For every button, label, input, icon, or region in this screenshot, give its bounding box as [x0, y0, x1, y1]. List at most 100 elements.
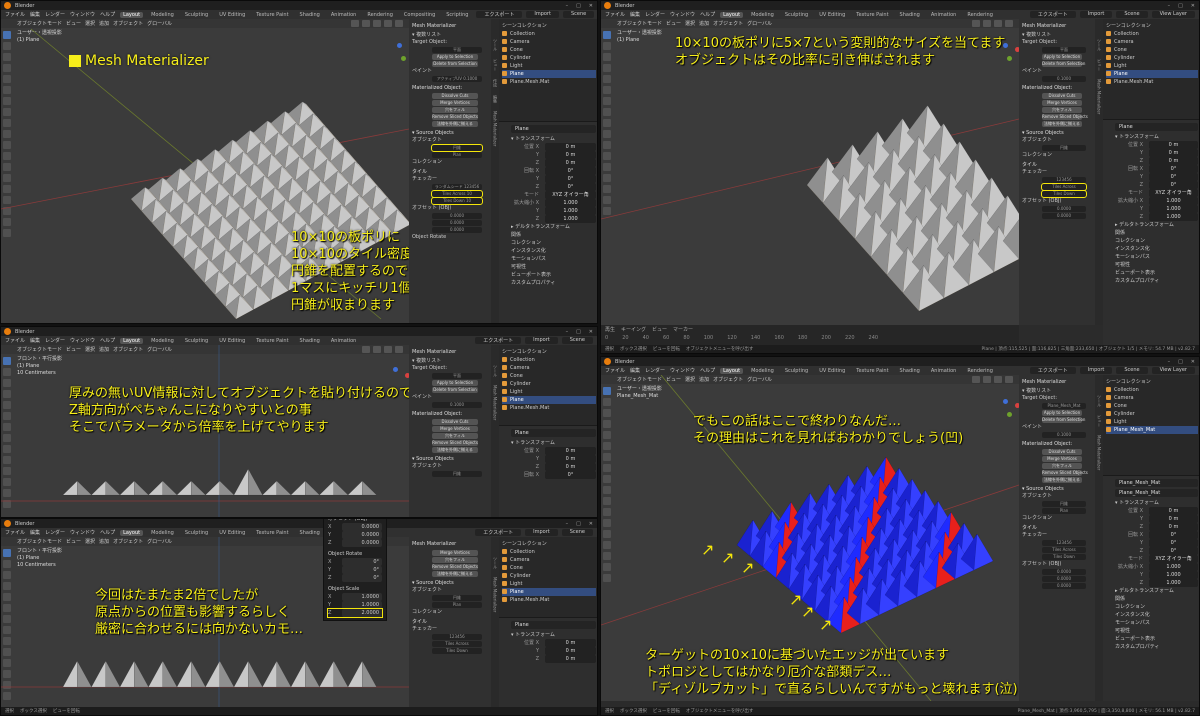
menu-file[interactable]: ファイル	[605, 11, 625, 18]
rotation-x[interactable]: 回転 X 0°	[511, 167, 596, 175]
outliner-row[interactable]: Camera	[502, 38, 596, 46]
export-button[interactable]: エクスポート	[476, 11, 523, 18]
rotation-y[interactable]: Y 0°	[511, 175, 596, 183]
tab-view[interactable]: ビュー	[492, 59, 498, 71]
tab-animation[interactable]: Animation	[328, 12, 360, 18]
remove-sliced-button[interactable]: Remove Sliced Objects	[432, 114, 478, 120]
outliner-row[interactable]: Collection	[1106, 30, 1198, 38]
tab-animation[interactable]: Animation	[928, 12, 960, 18]
tab-modeling[interactable]: Modeling	[148, 12, 177, 18]
tab-uv-editing[interactable]: UV Editing	[816, 12, 848, 18]
offset-z[interactable]: Z 0.0000	[328, 539, 382, 547]
target-object-field[interactable]: 平面	[432, 47, 482, 53]
normals-outside-button[interactable]: 法線を外側に揃える	[1042, 121, 1082, 127]
active-uv-field[interactable]: 0.1000	[1042, 76, 1086, 82]
offset-x[interactable]: X 0.0000	[328, 523, 382, 531]
apply-to-selection-button[interactable]: Apply to Selection	[1042, 54, 1082, 60]
3d-viewport[interactable]: オブジェクトモード ビュー 選択 追加 オブジェクト グローバル ユーザー・透視投影 (1)…	[1, 19, 409, 323]
location-z[interactable]: Z0 m	[511, 159, 596, 167]
outliner-row[interactable]: Cylinder	[1106, 54, 1198, 62]
menu-window[interactable]: ウィンドウ	[70, 11, 95, 18]
merge-vertices-button[interactable]: Merge Vertices	[1042, 100, 1082, 106]
remove-sliced-button[interactable]: Remove Sliced Objects	[1042, 114, 1088, 120]
tab-rendering[interactable]: Rendering	[364, 12, 396, 18]
tab-shading[interactable]: Shading	[297, 12, 323, 18]
tab-layout[interactable]: Layout	[120, 11, 144, 18]
source-object-field[interactable]: 円錐	[1042, 145, 1086, 151]
3d-viewport[interactable]: オブジェクトモード ビュー 選択 追加 オブジェクト グローバル ユーザー・透視投影 Pla…	[601, 375, 1019, 701]
3d-viewport[interactable]: オブジェクトモード ビュー 選択 追加 オブジェクト グローバル ユーザー・透視投影 (1)…	[601, 19, 1019, 325]
tab-scripting[interactable]: Scripting	[443, 12, 471, 18]
menu-edit[interactable]: 編集	[30, 11, 40, 18]
outliner-row[interactable]: Light	[502, 62, 596, 70]
scale-y[interactable]: Y 1.0000	[328, 601, 382, 609]
location-x[interactable]: 位置 X0 m	[511, 143, 596, 151]
outliner-row[interactable]: Plane	[502, 70, 596, 78]
location-y[interactable]: Y0 m	[511, 151, 596, 159]
tab-layout[interactable]: Layout	[720, 11, 744, 18]
axis-gizmo[interactable]	[1001, 397, 1019, 421]
offset-x-field[interactable]: 0.0000	[1042, 206, 1086, 212]
outliner-row[interactable]: Camera	[1106, 38, 1198, 46]
source-object-field-2[interactable]: Plan	[432, 152, 482, 158]
delete-from-selection-button[interactable]: Delete from Selection	[1042, 61, 1085, 67]
scale-x[interactable]: X 1.0000	[328, 593, 382, 601]
import-button[interactable]: Import	[526, 11, 559, 18]
target-object-field[interactable]: 平面	[1042, 47, 1086, 53]
offset-z-field[interactable]: 0.0000	[432, 227, 482, 233]
menu-render[interactable]: レンダー	[45, 11, 65, 18]
menu-render[interactable]: レンダー	[645, 11, 665, 18]
rotate-z[interactable]: Z 0°	[328, 574, 382, 582]
outliner-row[interactable]: Cone	[502, 46, 596, 54]
scale-x[interactable]: 拡大縮小 X 1.000	[511, 199, 596, 207]
scale-y[interactable]: Y 1.000	[511, 207, 596, 215]
outliner-row[interactable]: Light	[1106, 62, 1198, 70]
rotate-x[interactable]: X 0°	[328, 558, 382, 566]
tab-edit[interactable]: 編集	[492, 95, 498, 103]
outliner-row[interactable]: Plane	[1106, 70, 1198, 78]
fill-holes-button[interactable]: 穴をフィル	[1042, 107, 1082, 113]
tiles-down-field[interactable]: Tiles Down 10	[431, 197, 483, 205]
tab-shading[interactable]: Shading	[897, 12, 923, 18]
rotation-mode[interactable]: モード XYZ オイラー角	[511, 191, 596, 199]
tab-texture-paint[interactable]: Texture Paint	[853, 12, 891, 18]
offset-y-field[interactable]: 0.0000	[1042, 213, 1086, 219]
fill-holes-button[interactable]: 穴をフィル	[432, 107, 478, 113]
apply-to-selection-button[interactable]: Apply to Selection	[432, 54, 478, 60]
rotation-z[interactable]: Z 0°	[511, 183, 596, 191]
rotate-y[interactable]: Y 0°	[328, 566, 382, 574]
menu-window[interactable]: ウィンドウ	[670, 11, 695, 18]
tiles-across-field[interactable]: Tiles Across 10	[431, 190, 483, 198]
tab-modeling[interactable]: Modeling	[748, 12, 777, 18]
dissolve-cuts-button[interactable]: Dissolve Cuts	[1042, 93, 1082, 99]
tab-sculpting[interactable]: Sculpting	[782, 12, 811, 18]
normals-outside-button[interactable]: 法線を外側に揃える	[432, 121, 478, 127]
offset-y-field[interactable]: 0.0000	[432, 220, 482, 226]
axis-gizmo[interactable]	[395, 41, 409, 65]
offset-x-field[interactable]: 0.0000	[432, 213, 482, 219]
tab-uv-editing[interactable]: UV Editing	[216, 12, 248, 18]
merge-vertices-button[interactable]: Merge Vertices	[432, 100, 478, 106]
source-object-field[interactable]: 円錐	[431, 144, 483, 152]
active-uv-field[interactable]: アクティブUV 0.1000	[432, 76, 482, 82]
tiles-down-field[interactable]: Tiles Down	[1041, 190, 1087, 198]
menu-file[interactable]: ファイル	[5, 11, 25, 18]
tab-texture-paint[interactable]: Texture Paint	[253, 12, 291, 18]
scale-z[interactable]: Z 2.0000	[327, 608, 383, 618]
tab-rendering[interactable]: Rendering	[964, 12, 996, 18]
outliner-row[interactable]: Cone	[1106, 46, 1198, 54]
timeline[interactable]: 再生 キーイング ビュー マーカー 0 20 40 60 80 100 120 140 160 180 2…	[601, 325, 1019, 347]
export-button[interactable]: エクスポート	[1029, 11, 1076, 18]
tab-mesh-materializer[interactable]: Mesh Materializer	[493, 111, 498, 146]
tab-create[interactable]: 作成	[492, 79, 498, 87]
delete-from-selection-button[interactable]: Delete from Selection	[432, 61, 478, 67]
import-button[interactable]: Import	[1079, 11, 1113, 18]
random-seed-field[interactable]: 123456	[1042, 177, 1086, 183]
view-layer-selector[interactable]: View Layer	[1151, 11, 1195, 18]
offset-y[interactable]: Y 0.0000	[328, 531, 382, 539]
redo-panel[interactable]: オフセット (OBJ) X 0.0000 Y 0.0000 Z 0.0000 Obje…	[323, 519, 387, 621]
outliner-row[interactable]: Cylinder	[502, 54, 596, 62]
menu-help[interactable]: ヘルプ	[700, 11, 715, 18]
scene-selector[interactable]: Scene	[562, 11, 595, 18]
random-seed-field[interactable]: ランダムシード 123456	[432, 184, 482, 190]
